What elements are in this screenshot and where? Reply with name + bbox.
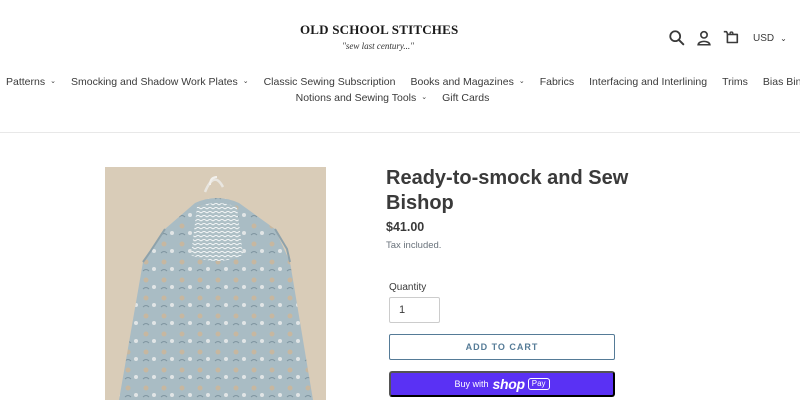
nav-item-fabrics[interactable]: Fabrics — [540, 74, 574, 90]
nav-item-gift-cards[interactable]: Gift Cards — [442, 90, 489, 106]
search-icon[interactable] — [668, 29, 686, 47]
shop-pay-prefix: Buy with — [454, 379, 489, 389]
quantity-label: Quantity — [389, 282, 427, 293]
account-icon[interactable] — [695, 29, 713, 47]
chevron-down-icon: ⌄ — [780, 33, 787, 43]
nav-item-trims[interactable]: Trims — [722, 74, 748, 90]
product-image[interactable] — [105, 167, 326, 400]
nav-item-label: Notions and Sewing Tools — [295, 92, 417, 104]
add-to-cart-button[interactable]: ADD TO CART — [389, 334, 615, 360]
chevron-down-icon: ⌄ — [50, 78, 56, 85]
chevron-down-icon: ⌄ — [242, 78, 249, 85]
nav-item-bias-binding[interactable]: Bias Binding — [763, 74, 800, 90]
nav-item-label: Smocking and Shadow Work Plates — [70, 76, 238, 88]
nav-row-secondary: Notions and Sewing Tools ⌄ Gift Cards — [0, 90, 800, 106]
product-title: Ready-to-smock and Sew Bishop — [386, 167, 629, 214]
nav-item-smocking-and-shadow-work-plates[interactable]: Smocking and Shadow Work Plates ⌄ — [71, 74, 249, 90]
store-name: OLD SCHOOL STITCHES — [300, 22, 459, 37]
store-logo[interactable]: OLD SCHOOL STITCHES "sew last century...… — [300, 22, 459, 51]
nav-item-label: Trims — [722, 76, 748, 88]
nav-item-patterns[interactable]: Patterns ⌄ — [6, 74, 56, 90]
nav-item-label: Gift Cards — [442, 92, 490, 104]
currency-value: USD — [753, 32, 775, 44]
nav-item-classic-sewing-subscription[interactable]: Classic Sewing Subscription — [264, 74, 396, 90]
site-header: OLD SCHOOL STITCHES "sew last century...… — [0, 0, 800, 133]
nav-item-label: Interfacing and Interlining — [589, 76, 708, 88]
product-price: $41.00 — [386, 220, 425, 234]
cart-icon[interactable] — [722, 29, 740, 47]
nav-item-label: Classic Sewing Subscription — [263, 76, 396, 88]
nav-item-interfacing-and-interlining[interactable]: Interfacing and Interlining — [589, 74, 707, 90]
nav-item-notions-and-sewing-tools[interactable]: Notions and Sewing Tools ⌄ — [296, 90, 428, 106]
nav-item-label: Bias Binding — [762, 76, 800, 88]
shop-pay-logo: shop — [492, 376, 525, 392]
chevron-down-icon: ⌄ — [518, 78, 525, 85]
main-navigation: Patterns ⌄ Smocking and Shadow Work Plates… — [0, 74, 800, 106]
shop-pay-badge: Pay — [527, 378, 550, 390]
nav-item-label: Patterns — [6, 76, 46, 88]
shop-pay-button[interactable]: Buy with shop Pay — [389, 371, 615, 397]
nav-row-primary: Patterns ⌄ Smocking and Shadow Work Plates… — [0, 74, 800, 90]
store-tagline: "sew last century..." — [342, 41, 414, 51]
tax-note: Tax included. — [386, 240, 442, 251]
nav-item-label: Fabrics — [539, 76, 575, 88]
header-icons: USD ⌄ — [668, 29, 787, 47]
nav-item-books-and-magazines[interactable]: Books and Magazines ⌄ — [411, 74, 525, 90]
nav-item-label: Books and Magazines — [410, 76, 514, 88]
quantity-input[interactable] — [389, 297, 440, 323]
currency-selector[interactable]: USD ⌄ — [753, 33, 787, 44]
chevron-down-icon: ⌄ — [421, 94, 428, 101]
